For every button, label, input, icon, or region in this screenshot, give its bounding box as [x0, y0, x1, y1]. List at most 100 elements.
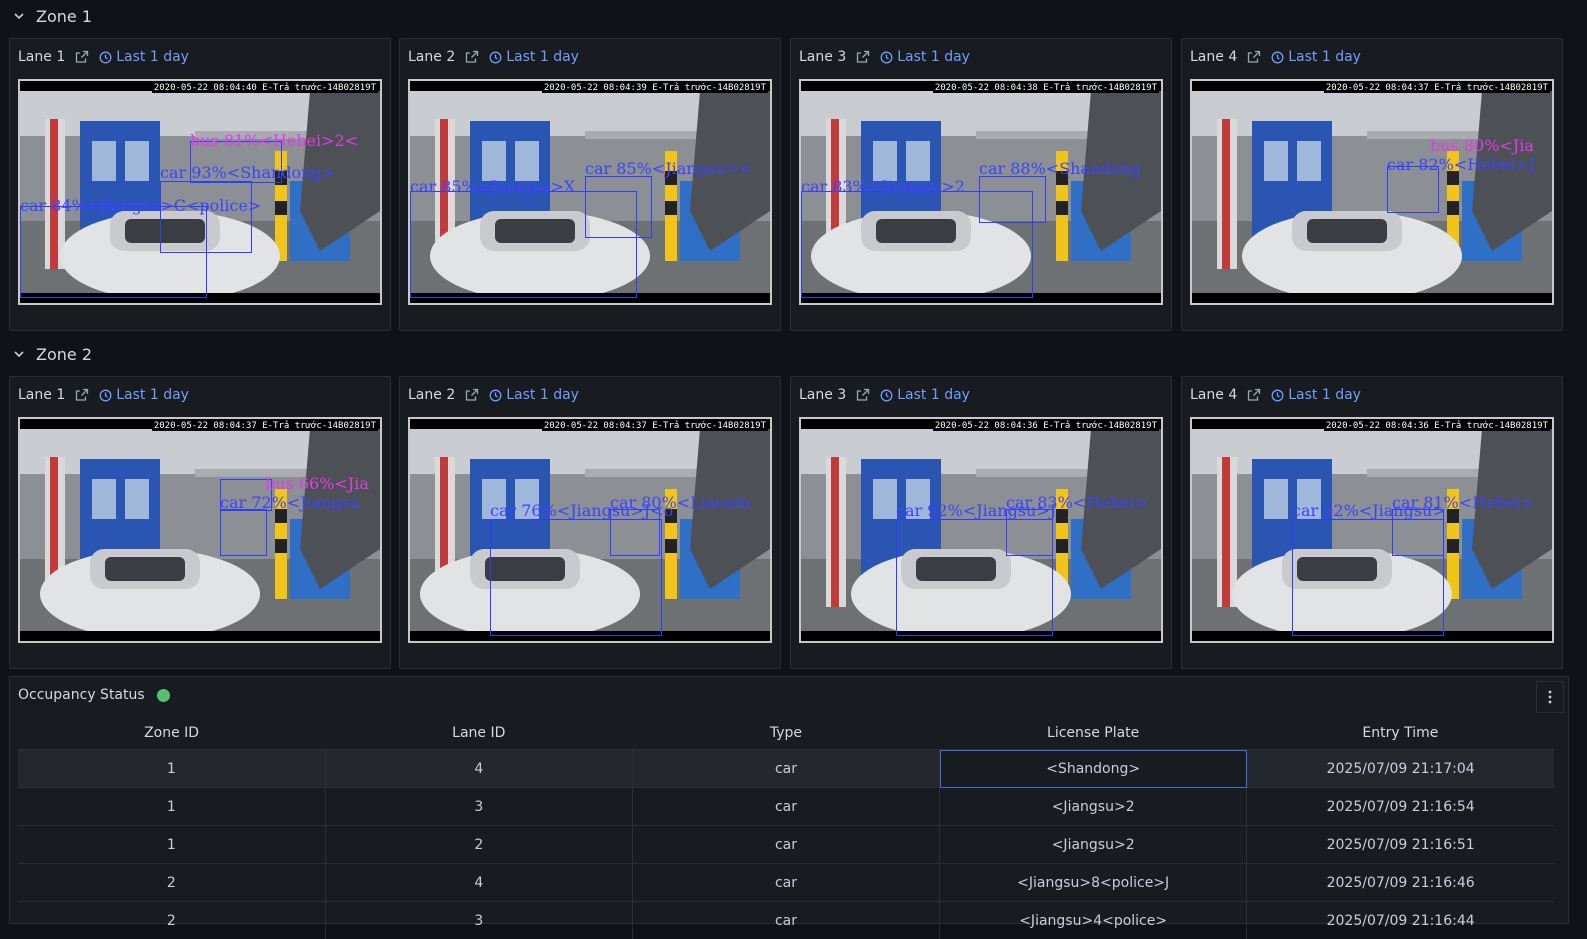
panel-title[interactable]: Lane 4 — [1190, 387, 1237, 403]
type-cell[interactable]: car — [632, 864, 939, 902]
lane-id-cell[interactable]: 3 — [325, 788, 632, 826]
time-range-label: Last 1 day — [897, 387, 970, 403]
camera-snapshot[interactable]: 2020-05-22 08:04:39 E-Trả trước-14B02819… — [408, 79, 772, 305]
detection-label: bus 66%<Jia — [265, 474, 369, 493]
type-cell[interactable]: car — [632, 902, 939, 939]
detection-box — [490, 519, 662, 636]
column-header-entry-time[interactable]: Entry Time — [1247, 717, 1554, 750]
panel-title[interactable]: Lane 3 — [799, 387, 846, 403]
camera-timestamp: 2020-05-22 08:04:38 E-Trả trước-14B02819… — [933, 83, 1159, 93]
entry-time-cell[interactable]: 2025/07/09 21:17:04 — [1247, 750, 1554, 788]
detection-box — [410, 191, 637, 298]
time-range-indicator[interactable]: Last 1 day — [1271, 49, 1361, 65]
clock-icon — [1271, 389, 1284, 402]
license-plate-cell[interactable]: <Jiangsu>2 — [940, 826, 1247, 864]
zone-1-row-header[interactable]: Zone 1 — [10, 0, 92, 32]
license-plate-cell[interactable]: <Shandong> — [940, 750, 1247, 788]
camera-snapshot[interactable]: 2020-05-22 08:04:38 E-Trả trước-14B02819… — [799, 79, 1163, 305]
column-header-zone-id[interactable]: Zone ID — [18, 717, 325, 750]
entry-time-cell[interactable]: 2025/07/09 21:16:44 — [1247, 902, 1554, 939]
zone-id-cell[interactable]: 2 — [18, 902, 325, 939]
detection-label: car 92%<Jiangsu> — [1292, 501, 1446, 520]
time-range-indicator[interactable]: Last 1 day — [99, 49, 189, 65]
table-row[interactable]: 23car<Jiangsu>4<police>2025/07/09 21:16:… — [18, 902, 1554, 939]
external-link-icon[interactable] — [856, 388, 870, 402]
external-link-icon[interactable] — [856, 50, 870, 64]
panel-title[interactable]: Lane 1 — [18, 387, 65, 403]
zone-id-cell[interactable]: 1 — [18, 750, 325, 788]
zone-id-cell[interactable]: 1 — [18, 826, 325, 864]
clock-icon — [99, 389, 112, 402]
lane-camera-panel: Lane 3 Last 1 day 2020-05-22 08:0 — [790, 38, 1172, 331]
panel-title[interactable]: Lane 1 — [18, 49, 65, 65]
external-link-icon[interactable] — [75, 50, 89, 64]
chevron-down-icon — [10, 345, 28, 363]
camera-snapshot[interactable]: 2020-05-22 08:04:36 E-Trả trước-14B02819… — [799, 417, 1163, 643]
detection-label: car 85%<Jiangsu>< — [585, 159, 752, 178]
detection-label: car 76%<Jiangsu>J<o — [490, 501, 673, 520]
table-row[interactable]: 24car<Jiangsu>8<police>J2025/07/09 21:16… — [18, 864, 1554, 902]
external-link-icon[interactable] — [75, 388, 89, 402]
panel-menu-button[interactable] — [1536, 681, 1564, 713]
table-row[interactable]: 13car<Jiangsu>22025/07/09 21:16:54 — [18, 788, 1554, 826]
panel-title[interactable]: Lane 4 — [1190, 49, 1237, 65]
time-range-indicator[interactable]: Last 1 day — [880, 49, 970, 65]
panel-title[interactable]: Occupancy Status — [18, 687, 145, 703]
type-cell[interactable]: car — [632, 750, 939, 788]
lane-id-cell[interactable]: 4 — [325, 750, 632, 788]
lane-camera-panel: Lane 3 Last 1 day 2020-05-22 08:0 — [790, 376, 1172, 669]
lane-id-cell[interactable]: 4 — [325, 864, 632, 902]
camera-snapshot[interactable]: 2020-05-22 08:04:36 E-Trả trước-14B02819… — [1190, 417, 1554, 643]
time-range-label: Last 1 day — [1288, 387, 1361, 403]
lane-id-cell[interactable]: 2 — [325, 826, 632, 864]
clock-icon — [489, 51, 502, 64]
camera-timestamp: 2020-05-22 08:04:40 E-Trả trước-14B02819… — [152, 83, 378, 93]
camera-snapshot[interactable]: 2020-05-22 08:04:37 E-Trả trước-14B02819… — [1190, 79, 1554, 305]
lane-camera-panel: Lane 4 Last 1 day 2020-05-22 08:0 — [1181, 38, 1563, 331]
time-range-label: Last 1 day — [1288, 49, 1361, 65]
detection-box — [20, 206, 207, 298]
panel-title[interactable]: Lane 2 — [408, 49, 455, 65]
license-plate-cell[interactable]: <Jiangsu>4<police> — [940, 902, 1247, 939]
external-link-icon[interactable] — [1247, 50, 1261, 64]
zone-2-row-header[interactable]: Zone 2 — [10, 338, 92, 370]
license-plate-cell[interactable]: <Jiangsu>2 — [940, 788, 1247, 826]
lane-id-cell[interactable]: 3 — [325, 902, 632, 939]
zone-id-cell[interactable]: 1 — [18, 788, 325, 826]
table-row[interactable]: 12car<Jiangsu>22025/07/09 21:16:51 — [18, 826, 1554, 864]
camera-timestamp: 2020-05-22 08:04:37 E-Trả trước-14B02819… — [152, 421, 378, 431]
table-row[interactable]: 14car<Shandong>2025/07/09 21:17:04 — [18, 750, 1554, 788]
camera-timestamp: 2020-05-22 08:04:39 E-Trả trước-14B02819… — [542, 83, 768, 93]
time-range-indicator[interactable]: Last 1 day — [880, 387, 970, 403]
entry-time-cell[interactable]: 2025/07/09 21:16:51 — [1247, 826, 1554, 864]
column-header-type[interactable]: Type — [632, 717, 939, 750]
camera-snapshot[interactable]: 2020-05-22 08:04:40 E-Trả trước-14B02819… — [18, 79, 382, 305]
license-plate-cell[interactable]: <Jiangsu>8<police>J — [940, 864, 1247, 902]
detection-label: car 72%<Jiangsu — [220, 493, 360, 512]
camera-timestamp: 2020-05-22 08:04:36 E-Trả trước-14B02819… — [1324, 421, 1550, 431]
column-header-lane-id[interactable]: Lane ID — [325, 717, 632, 750]
column-header-license-plate[interactable]: License Plate — [940, 717, 1247, 750]
type-cell[interactable]: car — [632, 826, 939, 864]
time-range-label: Last 1 day — [506, 49, 579, 65]
time-range-indicator[interactable]: Last 1 day — [489, 49, 579, 65]
camera-snapshot[interactable]: 2020-05-22 08:04:37 E-Trả trước-14B02819… — [408, 417, 772, 643]
time-range-indicator[interactable]: Last 1 day — [489, 387, 579, 403]
panel-title[interactable]: Lane 2 — [408, 387, 455, 403]
external-link-icon[interactable] — [1247, 388, 1261, 402]
time-range-label: Last 1 day — [506, 387, 579, 403]
lane-camera-panel: Lane 2 Last 1 day 2020-05-22 08:0 — [399, 38, 781, 331]
camera-snapshot[interactable]: 2020-05-22 08:04:37 E-Trả trước-14B02819… — [18, 417, 382, 643]
panel-title[interactable]: Lane 3 — [799, 49, 846, 65]
type-cell[interactable]: car — [632, 788, 939, 826]
zone-id-cell[interactable]: 2 — [18, 864, 325, 902]
time-range-indicator[interactable]: Last 1 day — [99, 387, 189, 403]
external-link-icon[interactable] — [465, 388, 479, 402]
clock-icon — [99, 51, 112, 64]
entry-time-cell[interactable]: 2025/07/09 21:16:54 — [1247, 788, 1554, 826]
zone-title: Zone 2 — [36, 345, 92, 364]
time-range-indicator[interactable]: Last 1 day — [1271, 387, 1361, 403]
detection-box — [801, 191, 1033, 298]
entry-time-cell[interactable]: 2025/07/09 21:16:46 — [1247, 864, 1554, 902]
external-link-icon[interactable] — [465, 50, 479, 64]
